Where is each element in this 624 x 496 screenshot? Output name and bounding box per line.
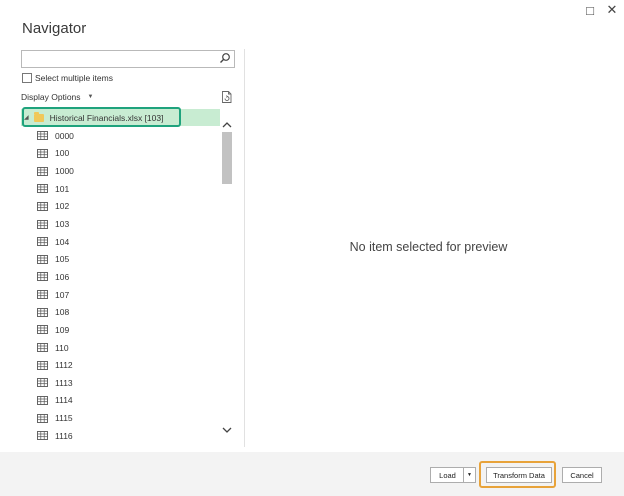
transform-highlight-outline (479, 461, 556, 488)
table-icon (37, 395, 48, 405)
table-icon (37, 131, 48, 141)
tree-item[interactable]: 106 (37, 268, 217, 286)
maximize-button[interactable]: □ (582, 2, 598, 18)
tree-item-label: 105 (55, 254, 70, 265)
load-button[interactable]: Load (430, 467, 465, 483)
display-options-label: Display Options (21, 92, 81, 102)
table-icon (37, 343, 48, 352)
tree-item[interactable]: 1114 (37, 392, 217, 410)
tree-item[interactable]: 101 (37, 180, 217, 198)
search-icon[interactable] (219, 52, 231, 64)
root-highlight-outline (22, 107, 181, 127)
chevron-down-icon: ▼ (467, 472, 472, 478)
table-icon (37, 307, 48, 317)
tree-item-label: 100 (55, 148, 70, 159)
refresh-icon[interactable] (221, 90, 233, 104)
tree-item-label: 1000 (55, 166, 74, 177)
select-multiple-option[interactable]: Select multiple items (22, 73, 113, 83)
tree-item-label: 1115 (55, 413, 73, 424)
tree-item[interactable]: 105 (37, 250, 217, 268)
table-icon (37, 219, 48, 229)
tree-list: 0000 100 1000 101 102 103 104 105 106 10… (37, 127, 217, 445)
tree-item[interactable]: 110 (37, 339, 217, 357)
chevron-up-icon (222, 121, 232, 127)
scroll-down-button[interactable] (221, 424, 233, 436)
select-multiple-checkbox[interactable] (22, 73, 32, 83)
tree-item-label: 101 (55, 183, 70, 194)
tree-item-label: 110 (55, 342, 69, 353)
tree-item[interactable]: 0000 (37, 127, 217, 145)
dialog-title: Navigator (22, 20, 87, 37)
cancel-button[interactable]: Cancel (562, 467, 602, 483)
preview-message: No item selected for preview (349, 240, 508, 254)
tree-item-label: 1113 (55, 377, 73, 388)
close-button[interactable]: ✕ (604, 2, 620, 18)
tree-item[interactable]: 1000 (37, 162, 217, 180)
table-icon (37, 360, 48, 370)
tree-item[interactable]: 1116 (37, 427, 217, 445)
table-icon (37, 166, 48, 176)
select-multiple-label: Select multiple items (35, 73, 113, 83)
table-icon (37, 325, 48, 335)
table-icon (37, 201, 48, 211)
chevron-down-icon: ▼ (87, 94, 94, 100)
tree-item-label: 103 (55, 219, 70, 230)
table-icon (37, 378, 48, 388)
tree-item-label: 109 (55, 324, 70, 335)
tree-item[interactable]: 108 (37, 303, 217, 321)
load-dropdown-button[interactable]: ▼ (463, 467, 476, 483)
scroll-up-button[interactable] (221, 118, 233, 130)
search-input[interactable] (21, 50, 235, 68)
tree-item-label: 108 (55, 307, 70, 318)
table-icon (37, 149, 48, 158)
tree-item[interactable]: 100 (37, 145, 217, 163)
tree-item-label: 106 (55, 271, 70, 282)
tree-item[interactable]: 1113 (37, 374, 217, 392)
tree-item-label: 1116 (55, 430, 73, 441)
tree-item-label: 102 (55, 201, 70, 212)
tree-item[interactable]: 102 (37, 198, 217, 216)
tree-item[interactable]: 104 (37, 233, 217, 251)
tree-item-label: 1112 (55, 360, 73, 371)
tree-item[interactable]: 103 (37, 215, 217, 233)
table-icon (37, 237, 48, 247)
tree-item[interactable]: 109 (37, 321, 217, 339)
tree-item[interactable]: 107 (37, 286, 217, 304)
table-icon (37, 290, 48, 300)
table-icon (37, 254, 48, 264)
tree-item[interactable]: 1115 (37, 409, 217, 427)
tree-scrollbar[interactable] (221, 118, 233, 444)
table-icon (37, 272, 48, 282)
tree-item[interactable]: 1112 (37, 356, 217, 374)
scroll-thumb[interactable] (222, 132, 232, 184)
table-icon (37, 413, 48, 423)
display-options-dropdown[interactable]: Display Options ▼ (21, 92, 93, 102)
tree-item-label: 1114 (55, 395, 73, 406)
table-icon (37, 184, 48, 194)
tree-item-label: 107 (55, 289, 70, 300)
table-icon (37, 431, 48, 441)
tree-item-label: 104 (55, 236, 70, 247)
tree-item-label: 0000 (55, 130, 74, 141)
chevron-down-icon (222, 427, 232, 433)
